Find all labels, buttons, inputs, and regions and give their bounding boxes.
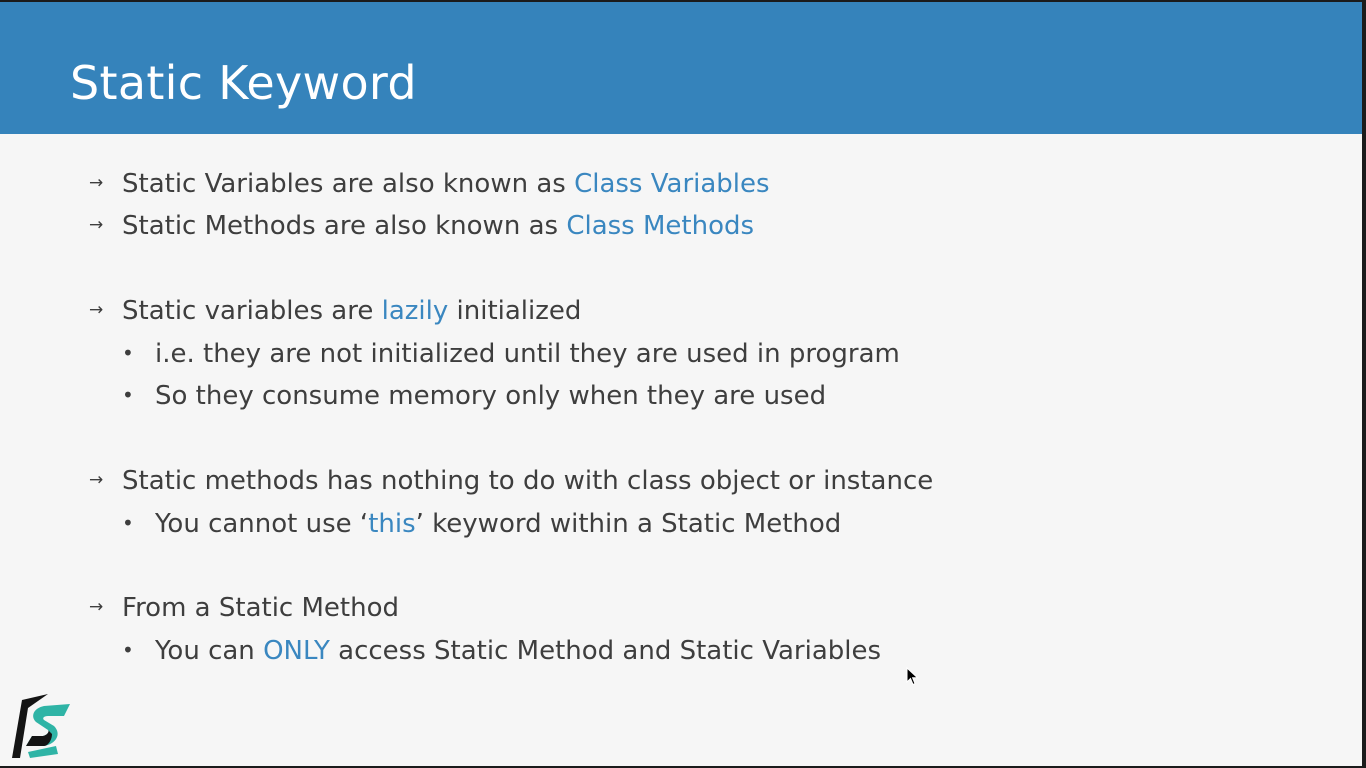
bullet-highlight: Class Variables <box>574 169 770 199</box>
bullet-arrow-icon: → <box>89 215 104 235</box>
bullet-arrow-icon: → <box>89 300 104 320</box>
bullet-text: Static variables are <box>122 296 382 326</box>
bullet-highlight: this <box>368 509 416 539</box>
bullet-text: Static Variables are also known as <box>122 169 575 199</box>
bullet-highlight: Class Methods <box>566 211 755 241</box>
bullet-arrow-icon: → <box>89 597 104 617</box>
sub-bullet-item: So they consume memory only when they ar… <box>155 381 827 411</box>
bullet-highlight: lazily <box>381 296 449 326</box>
sub-bullet-dot-icon: • <box>122 638 134 662</box>
sub-bullet-item: i.e. they are not initialized until they… <box>155 339 900 369</box>
bullet-arrow-icon: → <box>89 173 104 193</box>
bullet-text: access Static Method and Static Variable… <box>329 636 882 666</box>
bullet-highlight: ONLY <box>263 636 330 666</box>
bullet-item: Static methods has nothing to do with cl… <box>122 466 934 496</box>
bullet-text: initialized <box>448 296 582 326</box>
mouse-pointer-icon <box>906 667 919 686</box>
sub-bullet-item: You cannot use ‘this’ keyword within a S… <box>155 511 841 537</box>
bullet-item: Static Methods are also known as Class M… <box>122 213 754 239</box>
brand-logo-icon <box>12 694 70 758</box>
bullet-text: Static Methods are also known as <box>122 211 567 241</box>
bullet-item: From a Static Method <box>122 593 399 623</box>
bullet-item: Static variables are lazily initialized <box>122 298 581 324</box>
bullet-text: You cannot use ‘ <box>155 509 369 539</box>
sub-bullet-dot-icon: • <box>122 383 134 407</box>
bullet-item: Static Variables are also known as Class… <box>122 171 770 197</box>
slide-content: → Static Variables are also known as Cla… <box>0 2 1362 766</box>
sub-bullet-dot-icon: • <box>122 511 134 535</box>
video-frame: Static Keyword → Static Variables are al… <box>0 0 1366 768</box>
sub-bullet-dot-icon: • <box>122 341 134 365</box>
bullet-arrow-icon: → <box>89 470 104 490</box>
sub-bullet-item: You can ONLY access Static Method and St… <box>155 638 881 664</box>
slide: Static Keyword → Static Variables are al… <box>0 2 1362 766</box>
bullet-text: ’ keyword within a Static Method <box>415 509 842 539</box>
bullet-text: You can <box>155 636 264 666</box>
